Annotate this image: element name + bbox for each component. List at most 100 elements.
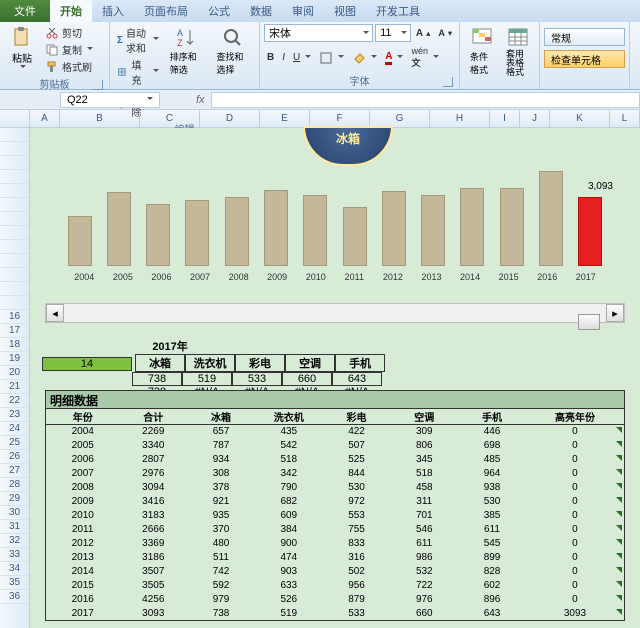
row-header[interactable] (0, 170, 29, 184)
tab-home[interactable]: 开始 (50, 0, 92, 22)
col-K[interactable]: K (550, 110, 610, 127)
row-header[interactable]: 35 (0, 576, 29, 590)
scroll-thumb[interactable] (578, 314, 600, 330)
chart-bar[interactable] (303, 195, 327, 266)
row-header[interactable] (0, 254, 29, 268)
chart-scrollbar[interactable]: ◂ ▸ (45, 303, 625, 323)
conditional-format-button[interactable]: 条件格式 (464, 24, 500, 79)
bold-button[interactable]: B (264, 51, 277, 64)
scroll-right-button[interactable]: ▸ (606, 304, 624, 322)
col-L[interactable]: L (610, 110, 640, 127)
row-header[interactable] (0, 226, 29, 240)
row-header[interactable]: 25 (0, 436, 29, 450)
col-I[interactable]: I (490, 110, 520, 127)
row-header[interactable]: 31 (0, 520, 29, 534)
name-box[interactable]: Q22 (60, 92, 160, 108)
copy-button[interactable]: 复制 (42, 41, 96, 58)
format-table-button[interactable]: 套用 表格格式 (500, 24, 536, 79)
tab-review[interactable]: 审阅 (282, 0, 324, 22)
row-header[interactable]: 21 (0, 380, 29, 394)
underline-button[interactable]: U (290, 51, 314, 64)
chart-bar[interactable] (185, 200, 209, 266)
tab-view[interactable]: 视图 (324, 0, 366, 22)
chart-bar[interactable] (107, 192, 131, 266)
row-header[interactable]: 22 (0, 394, 29, 408)
row-header[interactable] (0, 268, 29, 282)
row-header[interactable]: 19 (0, 352, 29, 366)
chart-bar[interactable] (421, 195, 445, 266)
font-name-select[interactable]: 宋体 (264, 24, 373, 42)
row-header[interactable]: 24 (0, 422, 29, 436)
row-header[interactable] (0, 296, 29, 310)
row-header[interactable]: 20 (0, 366, 29, 380)
file-tab[interactable]: 文件 (0, 0, 50, 22)
font-size-select[interactable]: 11 (375, 24, 411, 42)
chart-bar[interactable] (225, 197, 249, 266)
style-normal[interactable]: 常规 (544, 28, 625, 46)
decrease-font-button[interactable]: A▾ (435, 27, 455, 39)
col-J[interactable]: J (520, 110, 550, 127)
row-header[interactable] (0, 240, 29, 254)
cut-button[interactable]: 剪切 (42, 24, 96, 41)
row-header[interactable]: 32 (0, 534, 29, 548)
row-header[interactable]: 30 (0, 506, 29, 520)
tab-insert[interactable]: 插入 (92, 0, 134, 22)
fill-color-button[interactable] (349, 50, 380, 66)
row-header[interactable] (0, 184, 29, 198)
dialog-launcher-icon[interactable] (443, 77, 453, 87)
row-header[interactable] (0, 142, 29, 156)
row-header[interactable]: 17 (0, 324, 29, 338)
col-E[interactable]: E (260, 110, 310, 127)
embedded-chart[interactable]: 冰箱 3,093 2004200520062007200820092010201… (45, 128, 625, 298)
row-header[interactable]: 18 (0, 338, 29, 352)
row-header[interactable]: 16 (0, 310, 29, 324)
tab-formulas[interactable]: 公式 (198, 0, 240, 22)
select-all-corner[interactable] (0, 110, 30, 127)
sheet-content[interactable]: 冰箱 3,093 2004200520062007200820092010201… (30, 128, 640, 628)
style-check-cell[interactable]: 检查单元格 (544, 50, 625, 68)
chart-bar[interactable] (500, 188, 524, 266)
italic-button[interactable]: I (279, 51, 288, 64)
chart-bar[interactable] (343, 207, 367, 266)
row-header[interactable]: 36 (0, 590, 29, 604)
chart-bar[interactable] (460, 188, 484, 266)
col-G[interactable]: G (370, 110, 430, 127)
chart-bar[interactable] (578, 197, 602, 266)
dialog-launcher-icon[interactable] (93, 80, 103, 90)
tab-dev[interactable]: 开发工具 (366, 0, 430, 22)
fx-icon[interactable]: fx (196, 94, 205, 106)
fill-button[interactable]: 填充 (114, 56, 162, 88)
col-A[interactable]: A (30, 110, 60, 127)
tab-layout[interactable]: 页面布局 (134, 0, 198, 22)
border-button[interactable] (316, 50, 347, 66)
col-H[interactable]: H (430, 110, 490, 127)
row-header[interactable] (0, 198, 29, 212)
chart-bar[interactable] (146, 204, 170, 266)
row-header[interactable]: 26 (0, 450, 29, 464)
row-header[interactable]: 29 (0, 492, 29, 506)
col-F[interactable]: F (310, 110, 370, 127)
row-header[interactable] (0, 156, 29, 170)
sort-filter-button[interactable]: AZ 排序和筛选 (164, 24, 209, 120)
row-header[interactable]: 34 (0, 562, 29, 576)
chart-bar[interactable] (382, 191, 406, 266)
row-header[interactable]: 23 (0, 408, 29, 422)
format-painter-button[interactable]: 格式刷 (42, 58, 96, 75)
row-header[interactable] (0, 282, 29, 296)
tab-data[interactable]: 数据 (240, 0, 282, 22)
chart-bar[interactable] (264, 190, 288, 266)
row-header[interactable]: 33 (0, 548, 29, 562)
row-header[interactable] (0, 212, 29, 226)
scroll-left-button[interactable]: ◂ (46, 304, 64, 322)
chart-bar[interactable] (68, 216, 92, 266)
autosum-button[interactable]: Σ自动求和 (114, 24, 162, 56)
row-header[interactable]: 27 (0, 464, 29, 478)
paste-button[interactable]: 粘贴 (4, 24, 40, 75)
row-header[interactable] (0, 128, 29, 142)
phonetic-button[interactable]: wén文 (408, 45, 442, 70)
row-header[interactable]: 28 (0, 478, 29, 492)
formula-bar[interactable] (211, 92, 640, 108)
font-color-button[interactable]: A (382, 50, 406, 66)
chart-bar[interactable] (539, 171, 563, 266)
increase-font-button[interactable]: A▴ (413, 27, 433, 40)
